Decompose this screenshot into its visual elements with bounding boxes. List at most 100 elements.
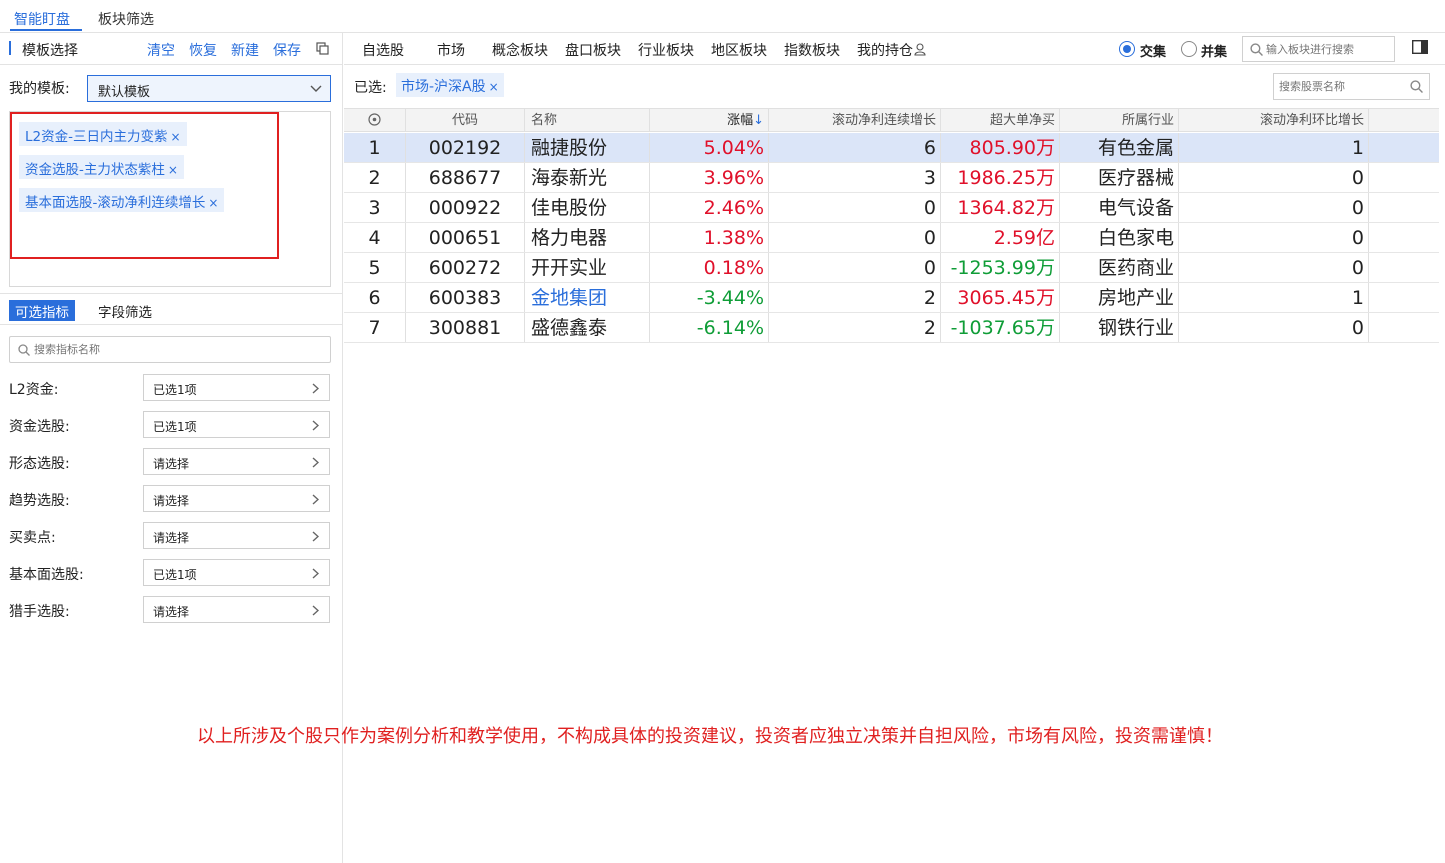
nav-handicap[interactable]: 盘口板块	[565, 40, 621, 60]
sector-search-input[interactable]	[1266, 41, 1390, 58]
stock-name[interactable]: 格力电器	[525, 223, 650, 252]
active-tab-indicator	[10, 29, 82, 31]
filter-value: 已选1项	[153, 383, 197, 397]
search-icon[interactable]	[1410, 80, 1423, 93]
qoq-growth: 0	[1179, 223, 1369, 252]
tag-close-icon[interactable]: ×	[170, 130, 180, 144]
row-index: 2	[344, 163, 406, 192]
selected-chip[interactable]: 市场-沪深A股 ×	[396, 73, 504, 97]
union-radio[interactable]	[1181, 41, 1197, 57]
tab-sector-filter[interactable]: 板块筛选	[98, 9, 154, 29]
change-pct: 5.04%	[650, 133, 769, 162]
filter-select[interactable]: 请选择	[143, 596, 330, 623]
sector-search[interactable]	[1242, 36, 1395, 62]
nav-index[interactable]: 指数板块	[784, 40, 840, 60]
table-row[interactable]: 7 300881 盛德鑫泰 -6.14% 2 -1037.65万 钢铁行业 0	[344, 313, 1439, 343]
risk-disclaimer: 以上所涉及个股只作为案例分析和教学使用，不构成具体的投资建议，投资者应独立决策并…	[197, 726, 1223, 747]
stock-name[interactable]: 开开实业	[525, 253, 650, 282]
nav-watchlist[interactable]: 自选股	[362, 40, 404, 60]
tag-close-icon[interactable]: ×	[168, 163, 178, 177]
filter-value: 已选1项	[153, 420, 197, 434]
tab-available-indicators[interactable]: 可选指标	[9, 300, 75, 321]
header-big-net-buy[interactable]: 超大单净买	[941, 109, 1060, 131]
top-tab-bar: 智能盯盘 板块筛选	[0, 0, 1445, 33]
header-code[interactable]: 代码	[406, 109, 525, 131]
row-index: 6	[344, 283, 406, 312]
nav-region[interactable]: 地区板块	[711, 40, 767, 60]
filter-select[interactable]: 请选择	[143, 522, 330, 549]
settings-icon	[368, 113, 381, 126]
nav-market[interactable]: 市场	[437, 40, 465, 60]
chip-close-icon[interactable]: ×	[489, 80, 499, 94]
filter-value: 请选择	[153, 531, 190, 545]
table-row[interactable]: 4 000651 格力电器 1.38% 0 2.59亿 白色家电 0	[344, 223, 1439, 253]
header-qoq-growth[interactable]: 滚动净利环比增长	[1179, 109, 1369, 131]
header-rolling-growth[interactable]: 滚动净利连续增长	[769, 109, 941, 131]
intersect-radio[interactable]	[1119, 41, 1135, 57]
template-tag[interactable]: L2资金-三日内主力变紫 ×	[19, 122, 187, 146]
row-index: 1	[344, 133, 406, 162]
stock-code: 688677	[406, 163, 525, 192]
rolling-growth: 0	[769, 223, 941, 252]
big-net-buy: -1253.99万	[941, 253, 1060, 282]
new-template-button[interactable]: 新建	[231, 40, 259, 60]
table-row[interactable]: 6 600383 金地集团 -3.44% 2 3065.45万 房地产业 1	[344, 283, 1439, 313]
tab-field-filter[interactable]: 字段筛选	[92, 300, 158, 321]
stock-search-input[interactable]	[1279, 78, 1409, 95]
user-icon	[914, 43, 926, 56]
industry: 医疗器械	[1060, 163, 1179, 192]
stock-name[interactable]: 金地集团	[525, 283, 650, 312]
stock-name[interactable]: 融捷股份	[525, 133, 650, 162]
nav-industry[interactable]: 行业板块	[638, 40, 694, 60]
row-spacer	[1369, 283, 1439, 312]
filter-row: 形态选股: 请选择	[0, 448, 343, 476]
filter-select[interactable]: 请选择	[143, 448, 330, 475]
header-name[interactable]: 名称	[525, 109, 650, 131]
row-spacer	[1369, 193, 1439, 222]
big-net-buy: 2.59亿	[941, 223, 1060, 252]
chevron-right-icon	[312, 420, 319, 431]
filter-select[interactable]: 已选1项	[143, 374, 330, 401]
table-row[interactable]: 1 002192 融捷股份 5.04% 6 805.90万 有色金属 1	[344, 133, 1439, 163]
save-button[interactable]: 保存	[273, 40, 301, 60]
filter-select[interactable]: 已选1项	[143, 411, 330, 438]
restore-button[interactable]: 恢复	[189, 40, 217, 60]
chevron-down-icon	[310, 85, 322, 92]
filter-select[interactable]: 已选1项	[143, 559, 330, 586]
indicator-search-input[interactable]	[34, 340, 314, 359]
table-row[interactable]: 3 000922 佳电股份 2.46% 0 1364.82万 电气设备 0	[344, 193, 1439, 223]
search-icon	[1250, 43, 1263, 56]
nav-concept[interactable]: 概念板块	[492, 40, 548, 60]
sort-desc-icon: ↓	[753, 113, 764, 128]
row-spacer	[1369, 163, 1439, 192]
rolling-growth: 2	[769, 313, 941, 342]
stock-name[interactable]: 海泰新光	[525, 163, 650, 192]
filter-row: 趋势选股: 请选择	[0, 485, 343, 513]
clear-button[interactable]: 清空	[147, 40, 175, 60]
template-tag[interactable]: 基本面选股-滚动净利连续增长 ×	[19, 188, 225, 212]
qoq-growth: 1	[1179, 283, 1369, 312]
tag-close-icon[interactable]: ×	[208, 196, 218, 210]
tab-smart-watch[interactable]: 智能盯盘	[14, 9, 70, 29]
template-tag[interactable]: 资金选股-主力状态紫柱 ×	[19, 155, 184, 179]
table-header: 代码 名称 涨幅↓ 滚动净利连续增长 超大单净买 所属行业 滚动净利环比增长	[344, 108, 1439, 132]
panel-layout-icon[interactable]	[1412, 40, 1428, 54]
stock-name[interactable]: 盛德鑫泰	[525, 313, 650, 342]
table-row[interactable]: 2 688677 海泰新光 3.96% 3 1986.25万 医疗器械 0	[344, 163, 1439, 193]
header-change[interactable]: 涨幅↓	[650, 109, 769, 131]
indicator-search[interactable]	[9, 336, 331, 363]
stock-code: 300881	[406, 313, 525, 342]
big-net-buy: 3065.45万	[941, 283, 1060, 312]
filter-select[interactable]: 请选择	[143, 485, 330, 512]
rolling-growth: 6	[769, 133, 941, 162]
table-row[interactable]: 5 600272 开开实业 0.18% 0 -1253.99万 医药商业 0	[344, 253, 1439, 283]
stock-search[interactable]	[1273, 73, 1430, 100]
stock-name[interactable]: 佳电股份	[525, 193, 650, 222]
nav-holdings[interactable]: 我的持仓	[857, 40, 926, 60]
header-industry[interactable]: 所属行业	[1060, 109, 1179, 131]
stock-code: 000651	[406, 223, 525, 252]
industry: 白色家电	[1060, 223, 1179, 252]
copy-icon[interactable]	[316, 42, 329, 55]
template-dropdown[interactable]: 默认模板	[87, 75, 331, 102]
column-settings-cell[interactable]	[344, 109, 406, 131]
